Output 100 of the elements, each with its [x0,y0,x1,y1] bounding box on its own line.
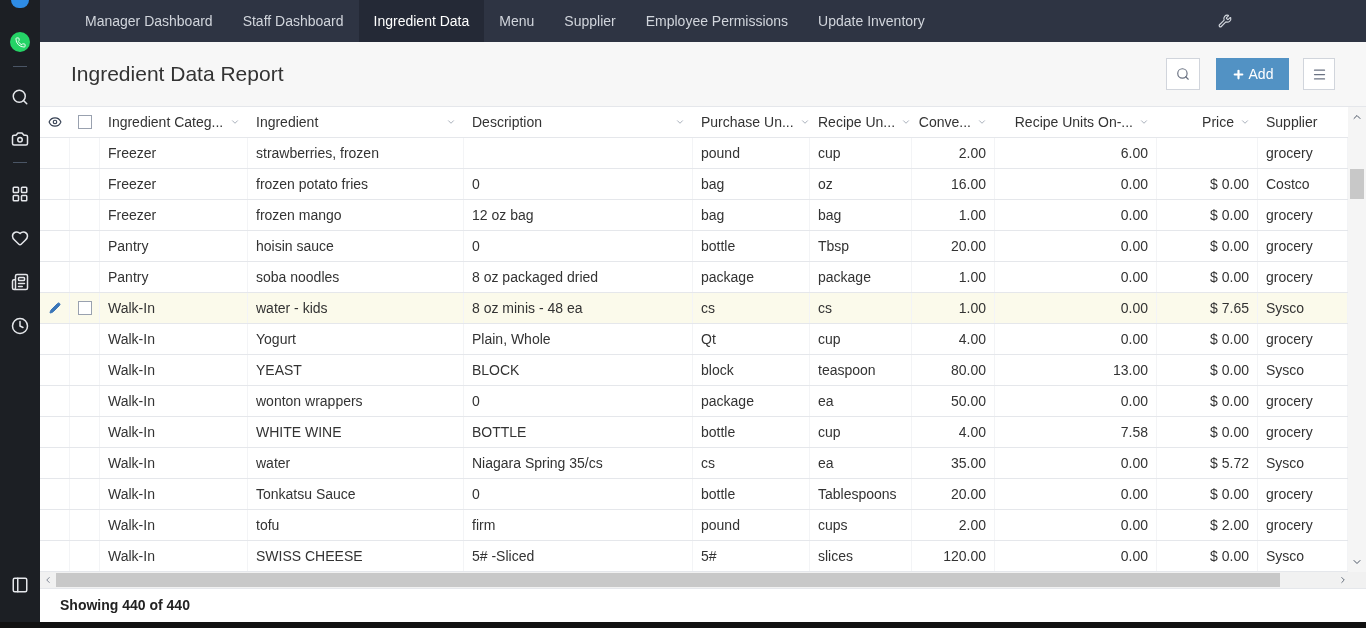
column-header[interactable]: Ingredient [256,111,319,133]
table-row[interactable]: Freezer frozen potato fries 0 bag oz 16.00 0.00 $ 0.00 Costco [40,169,1348,200]
table-row[interactable]: Walk-In WHITE WINE BOTTLE bottle cup 4.00 7.58 $ 0.00 grocery [40,417,1348,448]
table-cell-text: bottle [701,236,736,256]
table-row[interactable]: Walk-In SWISS CHEESE 5# -Sliced 5# slices 120.00 0.00 $ 0.00 Sysco [40,541,1348,572]
table-cell-text: ea [818,453,834,473]
nav-tab[interactable]: Staff Dashboard [227,0,359,42]
table-cell-text: block [701,360,734,380]
table-cell-text: cs [701,453,715,473]
table-row[interactable]: Walk-In tofu firm pound cups 2.00 0.00 $ 2.00 grocery [40,510,1348,541]
table-cell-text: Walk-In [108,484,155,504]
table-cell-text: Tablespoons [818,484,897,504]
table-row[interactable]: Pantry hoisin sauce 0 bottle Tbsp 20.00 0.00 $ 0.00 grocery [40,231,1348,262]
sort-caret-icon[interactable] [977,117,987,127]
search-button[interactable] [1166,58,1200,90]
table-cell-text: $ 0.00 [1210,236,1249,256]
grid-icon[interactable] [11,185,29,203]
table-cell-text: WHITE WINE [256,422,342,442]
table-cell-text: grocery [1266,515,1313,535]
sort-caret-icon[interactable] [799,117,810,127]
table-cell-text: grocery [1266,143,1313,163]
menu-icon [1311,66,1327,82]
table-row[interactable]: Walk-In YEAST BLOCK block teaspoon 80.00 13.00 $ 0.00 Sysco [40,355,1348,386]
table-cell-text: YEAST [256,360,302,380]
scrollbar-thumb[interactable] [56,573,1280,587]
column-header[interactable]: Description [472,111,543,133]
table-cell-text: grocery [1266,329,1313,349]
table-cell-text: cs [818,298,832,318]
camera-icon[interactable] [11,130,29,148]
table-cell-text: Walk-In [108,360,155,380]
table-cell-text: 0.00 [1120,484,1148,504]
table-cell-text: cs [701,298,715,318]
sort-caret-icon[interactable] [230,117,240,127]
heart-icon[interactable] [11,229,29,247]
table-cell-text: Niagara Spring 35/cs [472,453,603,473]
row-checkbox[interactable] [77,301,92,315]
sort-caret-icon[interactable] [1240,117,1250,127]
page-title: Ingredient Data Report [71,61,284,88]
table-cell-text: 0 [472,391,480,411]
scrollbar-thumb[interactable] [1350,169,1364,199]
table-cell-text: water - kids [256,298,328,318]
nav-tab[interactable]: Menu [484,0,550,42]
table-cell-text: 2.00 [958,143,986,163]
vertical-scrollbar[interactable] [1348,107,1366,572]
edit-pencil-icon[interactable] [48,302,61,314]
column-header[interactable]: Purchase Un... [701,111,794,133]
table-row[interactable]: Walk-In wonton wrappers 0 package ea 50.00 0.00 $ 0.00 grocery [40,386,1348,417]
table-row[interactable]: Freezer frozen mango 12 oz bag bag bag 1.00 0.00 $ 0.00 grocery [40,200,1348,231]
table-cell-text: grocery [1266,422,1313,442]
table-cell-text: 1.00 [958,298,986,318]
phone-chat-icon[interactable] [10,32,30,52]
table-cell-text: 12 oz bag [472,205,534,225]
table-row[interactable]: Walk-In Tonkatsu Sauce 0 bottle Tablespoons 20.00 0.00 $ 0.00 grocery [40,479,1348,510]
nav-tab[interactable]: Supplier [549,0,631,42]
sort-caret-icon[interactable] [446,117,456,127]
table-cell-text: strawberries, frozen [256,143,379,163]
column-header[interactable]: Ingredient Categ... [108,111,224,133]
table-cell-text: 0.00 [1120,205,1148,225]
table-row[interactable]: Pantry soba noodles 8 oz packaged dried package package 1.00 0.00 $ 0.00 grocery [40,262,1348,293]
table-row[interactable]: Walk-In water Niagara Spring 35/cs cs ea 35.00 0.00 $ 5.72 Sysco [40,448,1348,479]
select-all-checkbox[interactable] [78,115,92,129]
table-cell-text: $ 0.00 [1210,267,1249,287]
nav-tab[interactable]: Employee Permissions [630,0,804,42]
news-icon[interactable] [11,273,29,291]
sort-caret-icon[interactable] [901,117,912,127]
table-cell-text: 0 [472,236,480,256]
table-row[interactable]: Walk-In Yogurt Plain, Whole Qt cup 4.00 0.00 $ 0.00 grocery [40,324,1348,355]
horizontal-scrollbar[interactable] [40,572,1366,588]
wrench-icon[interactable] [1218,14,1232,28]
table-cell-text: bottle [701,422,736,442]
table-cell-text: hoisin sauce [256,236,334,256]
visibility-icon[interactable] [48,115,62,129]
table-cell-text: 35.00 [950,453,986,473]
menu-button[interactable] [1303,58,1335,90]
table-row[interactable]: Freezer strawberries, frozen pound cup 2.00 6.00 grocery [40,138,1348,169]
clock-icon[interactable] [11,317,29,335]
sidebar-toggle-icon[interactable] [11,576,29,594]
sort-caret-icon[interactable] [675,117,685,127]
table-cell-text: $ 7.65 [1210,298,1249,318]
column-header[interactable]: Recipe Un... [818,111,896,133]
table-cell-text: Plain, Whole [472,329,551,349]
column-header[interactable]: Recipe Units On-... [1014,111,1133,133]
table-cell-text: 8 oz minis - 48 ea [472,298,583,318]
table-cell-text: Walk-In [108,298,155,318]
nav-tab[interactable]: Manager Dashboard [70,0,228,42]
table-cell-text: ea [818,391,834,411]
chat-app-icon[interactable] [11,0,29,8]
table-cell-text: $ 0.00 [1210,360,1249,380]
column-header[interactable]: Supplier [1266,111,1318,133]
column-header[interactable]: Conve... [918,111,971,133]
nav-tab[interactable]: Update Inventory [803,0,940,42]
search-icon[interactable] [11,88,29,106]
sort-caret-icon[interactable] [1139,117,1149,127]
scroll-left-icon[interactable] [43,575,53,585]
table-cell-text: frozen potato fries [256,174,369,194]
table-row[interactable]: Walk-In water - kids 8 oz minis - 48 ea cs cs 1.00 0.00 $ 7.65 Sysco [40,293,1348,324]
table-cell-text: soba noodles [256,267,340,287]
scroll-right-icon[interactable] [1338,575,1348,585]
column-header[interactable]: Price [1202,111,1234,133]
nav-tab[interactable]: Ingredient Data [358,0,485,42]
